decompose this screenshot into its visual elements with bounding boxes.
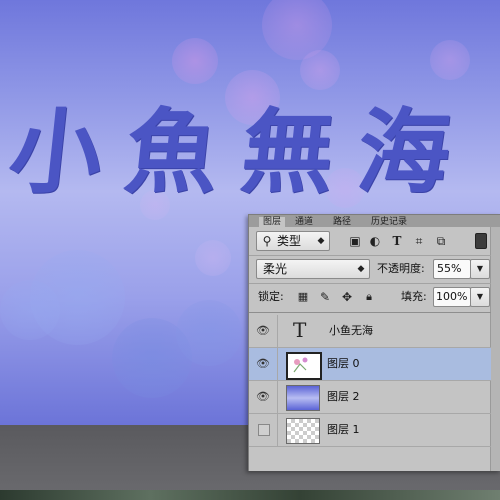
filter-row: ⚲ 类型 ◆ ▣ ◐ T ⌗ ⧉	[249, 229, 491, 253]
column-divider	[277, 315, 278, 347]
chevron-down-icon: ▼	[476, 264, 484, 273]
divider	[249, 283, 491, 284]
eye-icon[interactable]: 👁︎	[255, 389, 271, 405]
opacity-label: 不透明度:	[377, 262, 425, 275]
lock-position-icon[interactable]: ✥	[339, 289, 355, 305]
layer-name: 图层 0	[327, 357, 360, 370]
blend-row: 柔光 ◆ 不透明度: 55% ▼	[249, 257, 491, 281]
lock-row: 锁定: ▦ ✎ ✥ 🔒︎ 填充: 100% ▼	[249, 285, 491, 309]
eye-icon[interactable]: 👁︎	[255, 323, 271, 339]
chevron-down-icon: ▼	[476, 292, 484, 301]
panel-tab-bar: 图层 通道 路径 历史记录	[249, 215, 500, 227]
visibility-off-box[interactable]	[258, 424, 270, 436]
layer-thumbnail	[286, 385, 320, 411]
artwork-title-text: 小魚無海	[4, 98, 480, 206]
lock-all-icon[interactable]: 🔒︎	[361, 289, 377, 305]
filter-kind-label: 类型	[277, 234, 302, 248]
layers-panel: 图层 通道 路径 历史记录 ⚲ 类型 ◆ ▣ ◐ T ⌗ ⧉ 柔光 ◆ 不透明度…	[248, 214, 500, 471]
layer-name: 小鱼无海	[329, 324, 373, 337]
search-icon: ⚲	[262, 234, 272, 248]
column-divider	[277, 348, 278, 380]
blend-mode-select[interactable]: 柔光 ◆	[256, 259, 370, 279]
opacity-value: 55%	[437, 262, 462, 275]
divider	[249, 312, 491, 313]
bokeh-decoration	[430, 40, 470, 80]
lock-image-icon[interactable]: ✎	[317, 289, 333, 305]
filter-toggle-switch[interactable]	[475, 233, 487, 249]
chevron-updown-icon: ◆	[317, 236, 325, 246]
fill-label: 填充:	[401, 290, 427, 303]
layer-thumbnail	[286, 352, 322, 380]
fill-value: 100%	[436, 290, 468, 303]
smart-object-filter-icon[interactable]: ⧉	[433, 233, 449, 249]
tab-channels[interactable]: 通道	[291, 217, 317, 227]
layer-name: 图层 1	[327, 423, 360, 436]
tab-paths[interactable]: 路径	[329, 217, 355, 227]
opacity-dropdown-button[interactable]: ▼	[470, 259, 490, 279]
bokeh-decoration	[0, 280, 60, 340]
column-divider	[277, 414, 278, 446]
tab-layers[interactable]: 图层	[259, 217, 286, 227]
bokeh-decoration	[176, 300, 242, 366]
adjustment-filter-icon[interactable]: ◐	[367, 233, 383, 249]
panel-scrollbar[interactable]	[490, 227, 500, 471]
bokeh-decoration	[172, 38, 218, 84]
layer-name: 图层 2	[327, 390, 360, 403]
layer-row-transparent[interactable]: 图层 1	[249, 414, 491, 447]
filter-kind-select[interactable]: ⚲ 类型 ◆	[256, 231, 330, 251]
shape-filter-icon[interactable]: ⌗	[411, 233, 427, 249]
text-layer-icon: T	[293, 318, 307, 342]
bokeh-decoration	[300, 50, 340, 90]
divider	[249, 255, 491, 256]
fill-input[interactable]: 100%	[433, 287, 471, 307]
opacity-input[interactable]: 55%	[433, 259, 471, 279]
bokeh-decoration	[195, 240, 231, 276]
image-filter-icon[interactable]: ▣	[347, 233, 363, 249]
tab-history[interactable]: 历史记录	[367, 217, 411, 227]
layer-row-text[interactable]: 👁︎ T 小鱼无海	[249, 315, 491, 348]
layer-row-gradient[interactable]: 👁︎ 图层 2	[249, 381, 491, 414]
column-divider	[277, 381, 278, 413]
taskbar-strip	[0, 490, 500, 500]
flower-thumbnail-icon	[293, 357, 308, 373]
chevron-updown-icon: ◆	[357, 264, 365, 274]
layer-row-image-selected[interactable]: 👁︎ 图层 0	[249, 348, 491, 381]
layer-thumbnail	[286, 418, 320, 444]
fill-dropdown-button[interactable]: ▼	[470, 287, 490, 307]
type-filter-icon[interactable]: T	[389, 233, 405, 249]
lock-label: 锁定:	[258, 290, 284, 303]
eye-icon[interactable]: 👁︎	[255, 356, 271, 372]
blend-mode-value: 柔光	[263, 262, 288, 276]
lock-transparent-icon[interactable]: ▦	[295, 289, 311, 305]
